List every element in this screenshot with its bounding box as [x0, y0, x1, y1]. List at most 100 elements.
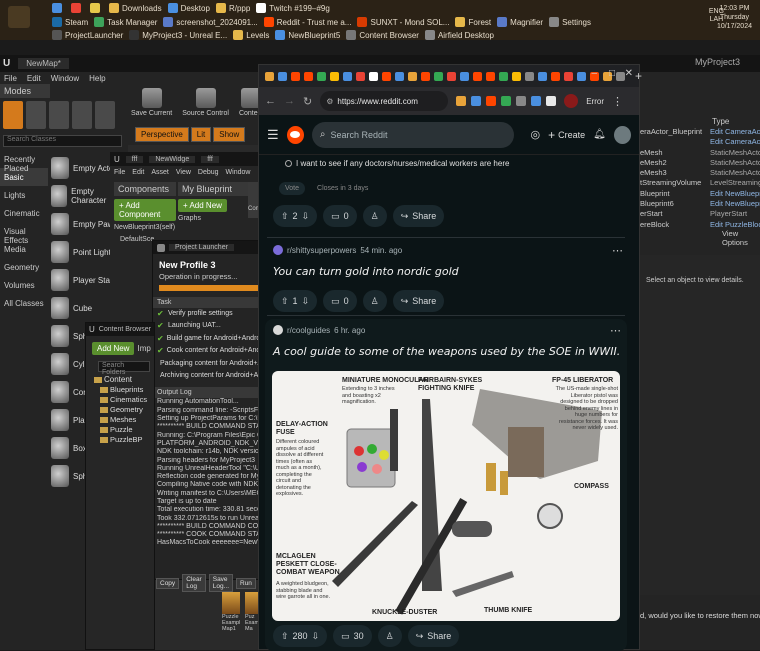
- browser-tab[interactable]: [330, 71, 339, 81]
- log-button[interactable]: Copy: [156, 577, 180, 589]
- browser-tab[interactable]: [473, 71, 482, 81]
- taskbar-item[interactable]: [71, 3, 84, 13]
- browser-tab[interactable]: [395, 71, 404, 81]
- extension-icon[interactable]: [501, 96, 512, 106]
- outliner-type[interactable]: Edit NewBlueprint: [710, 189, 760, 199]
- subreddit-name[interactable]: r/shittysuperpowers: [287, 246, 356, 255]
- log-button[interactable]: Save Log...: [208, 574, 233, 593]
- chat-icon[interactable]: ◎: [530, 128, 540, 141]
- modes-tab[interactable]: Modes: [0, 84, 50, 98]
- graphs-section[interactable]: Graphs: [178, 215, 256, 222]
- outliner-type[interactable]: Edit NewBlueprint: [710, 199, 760, 209]
- browser-tab[interactable]: [447, 71, 456, 81]
- start-button[interactable]: [8, 6, 30, 28]
- category-item[interactable]: Geometry: [0, 258, 48, 276]
- bp-menu-item[interactable]: Window: [226, 169, 251, 176]
- profile-avatar[interactable]: [564, 94, 579, 108]
- taskbar-item[interactable]: Levels: [233, 30, 269, 40]
- browser-tab[interactable]: [525, 71, 534, 81]
- taskbar-item[interactable]: R/ppp: [215, 3, 250, 13]
- outliner-row[interactable]: Blueprint6 Edit NewBlueprint: [640, 199, 760, 209]
- geometry-mode-icon[interactable]: [95, 101, 115, 129]
- browser-tab[interactable]: [317, 71, 326, 81]
- bp-tab-3[interactable]: fff: [201, 155, 219, 163]
- taskbar-item[interactable]: Magnifier: [497, 17, 543, 27]
- folder-search-input[interactable]: Search Folders: [98, 361, 150, 376]
- lit-button[interactable]: Lit: [190, 127, 212, 142]
- category-item[interactable]: Volumes: [0, 276, 48, 294]
- menu-icon[interactable]: ⋮: [612, 95, 623, 108]
- taskbar-item[interactable]: Downloads: [109, 3, 162, 13]
- taskbar-item[interactable]: Forest: [455, 17, 491, 27]
- outliner-row[interactable]: eMesh StaticMeshActor: [640, 148, 760, 158]
- toolbar-button[interactable]: Save Current: [128, 86, 175, 119]
- category-item[interactable]: Recently Placed: [0, 150, 48, 173]
- forward-icon[interactable]: →: [284, 95, 295, 107]
- folder-item[interactable]: PuzzleBP: [100, 435, 154, 444]
- extension-icon[interactable]: [531, 96, 542, 106]
- taskbar-item[interactable]: Settings: [549, 17, 591, 27]
- browser-tab[interactable]: [486, 71, 495, 81]
- type-column-header[interactable]: Type: [712, 117, 729, 126]
- folder-item[interactable]: Blueprints: [100, 385, 154, 394]
- log-button[interactable]: Clear Log: [182, 574, 206, 593]
- browser-tab[interactable]: [434, 71, 443, 81]
- add-new-button[interactable]: + Add New: [178, 199, 227, 212]
- level-tab[interactable]: NewMap*: [18, 58, 69, 69]
- foliage-mode-icon[interactable]: [72, 101, 92, 129]
- bp-tab-2[interactable]: NewWidge: [149, 155, 196, 163]
- back-icon[interactable]: ←: [265, 95, 276, 107]
- comments-button[interactable]: ▭ 0: [323, 290, 357, 312]
- award-button[interactable]: ♙: [362, 290, 387, 312]
- outliner-row[interactable]: eMesh2 StaticMeshActor: [640, 158, 760, 168]
- address-bar[interactable]: ⚙ https://www.reddit.com: [320, 91, 449, 111]
- import-button[interactable]: Imp: [137, 344, 150, 353]
- ue-menu-item[interactable]: File: [4, 74, 17, 83]
- browser-tab[interactable]: [343, 71, 352, 81]
- minimize-button[interactable]: –: [591, 68, 597, 79]
- browser-tab[interactable]: [577, 71, 586, 81]
- taskbar-item[interactable]: NewBlueprint5: [275, 30, 340, 40]
- outliner-type[interactable]: Edit CameraActor: [710, 127, 760, 137]
- hamburger-menu-icon[interactable]: ☰: [267, 127, 279, 143]
- taskbar-item[interactable]: Steam: [52, 17, 88, 27]
- create-post-button[interactable]: + Create: [548, 128, 585, 142]
- outliner-row[interactable]: Blueprint Edit NewBlueprint: [640, 189, 760, 199]
- maximize-button[interactable]: □: [609, 68, 615, 79]
- bp-menu-item[interactable]: Asset: [151, 169, 169, 176]
- reload-icon[interactable]: ↻: [303, 95, 312, 108]
- paint-mode-icon[interactable]: [26, 101, 46, 129]
- class-search-input[interactable]: Search Classes: [3, 135, 122, 147]
- notification-bell-icon[interactable]: 🔔︎: [593, 129, 606, 140]
- browser-tab[interactable]: [265, 71, 274, 81]
- browser-tab[interactable]: [356, 71, 365, 81]
- poll-radio[interactable]: [285, 160, 292, 167]
- more-options-icon[interactable]: ⋯: [610, 324, 621, 337]
- taskbar-item[interactable]: Reddit - Trust me a...: [263, 17, 351, 27]
- extension-icon[interactable]: [516, 96, 527, 106]
- content-root-folder[interactable]: Content: [94, 375, 154, 384]
- folder-item[interactable]: Meshes: [100, 415, 154, 424]
- taskbar-item[interactable]: ProjectLauncher: [52, 30, 123, 40]
- outliner-row[interactable]: erStart PlayerStart: [640, 209, 760, 219]
- show-button[interactable]: Show: [213, 127, 246, 142]
- folder-item[interactable]: Geometry: [100, 405, 154, 414]
- outliner-type[interactable]: Edit CameraActor: [710, 137, 760, 147]
- ue-menu-item[interactable]: Edit: [27, 74, 41, 83]
- category-item[interactable]: All Classes: [0, 294, 48, 312]
- browser-tab[interactable]: [538, 71, 547, 81]
- view-options-button[interactable]: View Options: [722, 229, 760, 247]
- downvote-icon[interactable]: ⇩: [312, 631, 320, 642]
- perspective-button[interactable]: Perspective: [135, 127, 189, 142]
- comments-button[interactable]: ▭ 0: [323, 205, 357, 227]
- bp-tab-1[interactable]: fff: [125, 155, 144, 163]
- taskbar-item[interactable]: Task Manager: [94, 17, 157, 27]
- extension-icon[interactable]: [456, 96, 467, 106]
- site-info-icon[interactable]: ⚙: [326, 97, 333, 106]
- downvote-icon[interactable]: ⇩: [302, 296, 310, 307]
- taskbar-item[interactable]: Desktop: [167, 3, 210, 13]
- browser-tab[interactable]: [551, 71, 560, 81]
- bp-menu-item[interactable]: File: [114, 169, 125, 176]
- comments-button[interactable]: ▭ 30: [333, 625, 372, 647]
- vote-button[interactable]: Vote: [279, 182, 306, 195]
